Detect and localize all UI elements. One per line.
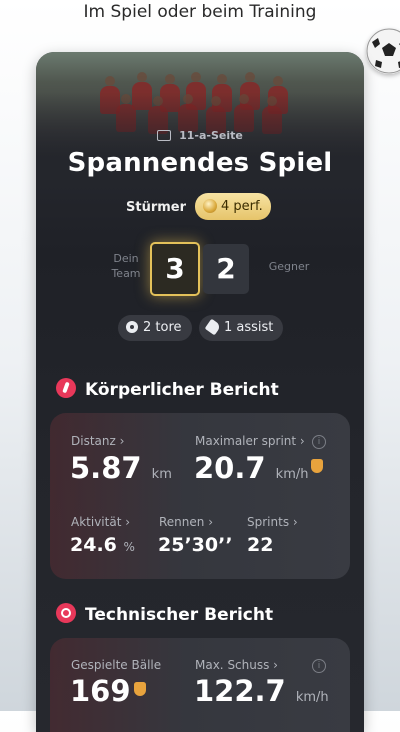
- match-title: Spannendes Spiel: [67, 148, 333, 178]
- activity-unit: %: [123, 540, 135, 554]
- activity-label[interactable]: Aktivität ›: [71, 515, 130, 529]
- technical-report-header: Technischer Bericht: [56, 603, 274, 625]
- sprints-label[interactable]: Sprints ›: [247, 515, 298, 529]
- max-sprint-value: 20.7 km/h: [194, 451, 324, 485]
- activity-number: 24.6: [70, 534, 117, 556]
- balls-played-value: 169: [70, 674, 146, 708]
- sprints-value: 22: [247, 534, 274, 556]
- balls-played-label[interactable]: Gespielte Bälle: [71, 658, 161, 672]
- player-position: Stürmer: [126, 200, 187, 215]
- opponent-score: 2: [203, 244, 249, 294]
- max-shot-label[interactable]: Max. Schuss ›: [195, 658, 278, 672]
- goals-pill[interactable]: 2 tore: [118, 315, 192, 341]
- top-caption: Im Spiel oder beim Training: [83, 2, 317, 22]
- activity-value: 24.6 %: [70, 534, 135, 556]
- opponent-label: Gegner: [268, 260, 310, 273]
- match-report-screen: 11-a-Seite Spannendes Spiel Stürmer 4 pe…: [36, 52, 364, 732]
- shield-icon: [311, 459, 324, 473]
- info-icon[interactable]: i: [312, 435, 326, 449]
- run-label[interactable]: Rennen ›: [159, 515, 213, 529]
- soccer-ball-icon: [56, 603, 76, 623]
- match-type: 11-a-Seite: [36, 129, 364, 142]
- distance-unit: km: [151, 467, 172, 482]
- max-sprint-unit: km/h: [275, 467, 309, 482]
- max-shot-value: 122.7 km/h: [194, 674, 329, 708]
- match-type-label: 11-a-Seite: [179, 129, 243, 142]
- technical-report-title: Technischer Bericht: [85, 605, 274, 625]
- performance-badge[interactable]: 4 perf.: [195, 193, 271, 220]
- max-sprint-number: 20.7: [194, 451, 266, 485]
- shield-icon: [133, 682, 146, 696]
- pitch-icon: [157, 129, 172, 141]
- team-score: 3: [150, 242, 200, 296]
- distance-label[interactable]: Distanz ›: [71, 434, 124, 448]
- max-shot-unit: km/h: [295, 690, 329, 705]
- max-sprint-label[interactable]: Maximaler sprint ›: [195, 434, 305, 448]
- max-shot-number: 122.7: [194, 674, 286, 708]
- running-icon: [56, 378, 76, 398]
- physical-report-header: Körperlicher Bericht: [56, 378, 279, 400]
- goals-label: 2 tore: [143, 320, 182, 335]
- team-label: Dein Team: [111, 252, 141, 280]
- info-icon[interactable]: i: [312, 659, 326, 673]
- technical-report-card: Gespielte Bälle 169 Max. Schuss › i 122.…: [50, 638, 350, 732]
- soccer-ball-icon: [366, 28, 400, 74]
- ball-icon: [126, 320, 138, 333]
- assists-pill[interactable]: 1 assist: [199, 315, 284, 341]
- run-value: 25’30’’: [158, 534, 233, 556]
- boot-icon: [204, 318, 222, 335]
- distance-number: 5.87: [70, 451, 142, 485]
- assists-label: 1 assist: [224, 320, 274, 335]
- medal-icon: [203, 198, 217, 213]
- performance-badge-label: 4 perf.: [221, 199, 263, 214]
- distance-value: 5.87 km: [70, 451, 172, 485]
- balls-played-number: 169: [70, 674, 131, 708]
- physical-report-card: Distanz › 5.87 km Maximaler sprint › i 2…: [50, 413, 350, 579]
- physical-report-title: Körperlicher Bericht: [85, 380, 279, 400]
